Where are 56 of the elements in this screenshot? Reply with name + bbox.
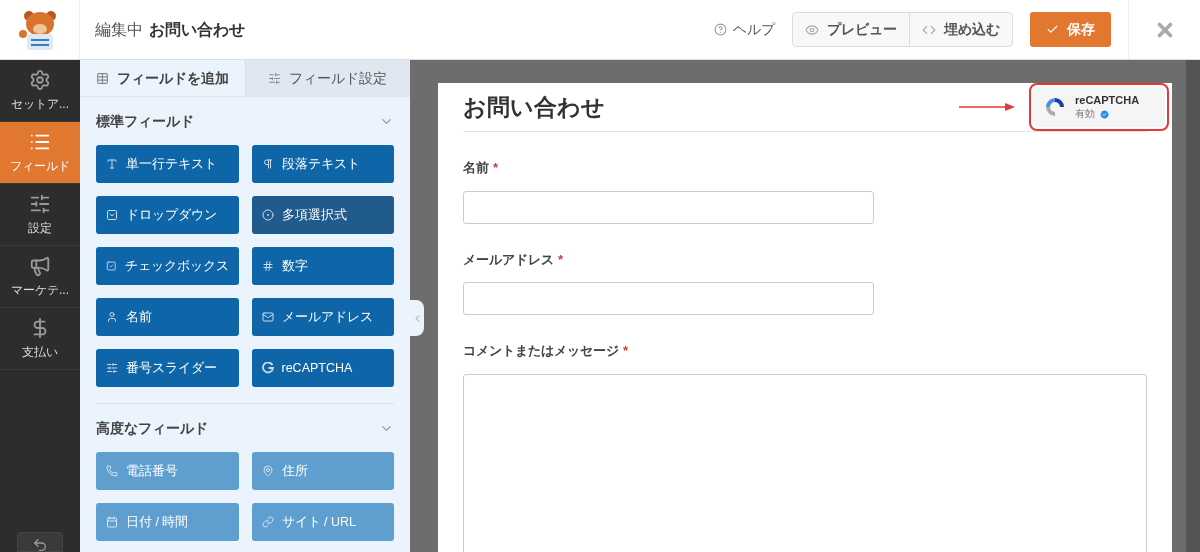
gear-icon [29, 68, 51, 91]
radio-icon [261, 209, 274, 221]
field-label: コメントまたはメッセージ [463, 342, 619, 361]
section-heading: 高度なフィールド [96, 418, 208, 438]
collapse-handle[interactable] [410, 300, 424, 336]
panel-tab[interactable]: フィールド設定 [244, 60, 410, 96]
eye-icon [805, 22, 819, 37]
link-icon [261, 516, 274, 528]
required-asterisk: * [493, 159, 499, 178]
dropdown-icon [106, 209, 118, 221]
table-icon [95, 71, 109, 85]
undo-button[interactable] [17, 532, 63, 552]
text-input[interactable] [463, 190, 874, 224]
field-button[interactable]: 段落テキスト [251, 145, 394, 183]
field-button[interactable]: チェックボックス [96, 247, 239, 285]
preview-button[interactable]: プレビュー [793, 13, 910, 46]
field-button[interactable]: 単一行テキスト [96, 145, 239, 183]
form-title: お問い合わせ [149, 19, 245, 40]
sliders-icon [29, 192, 51, 215]
field-button[interactable]: 名前 [96, 298, 239, 336]
text-cursor-icon [106, 158, 118, 170]
section-heading: 標準フィールド [96, 111, 194, 131]
check-icon [1046, 23, 1059, 36]
calendar-icon [106, 516, 118, 528]
verified-icon [1099, 108, 1110, 120]
field-button[interactable]: 番号スライダー [96, 349, 239, 387]
help-icon [714, 23, 727, 36]
embed-button[interactable]: 埋め込む [910, 13, 1012, 46]
field-label: メールアドレス [463, 250, 554, 269]
field-button[interactable]: 数字 [251, 247, 394, 285]
person-icon [106, 311, 118, 323]
envelope-icon [261, 311, 274, 323]
required-asterisk: * [558, 250, 564, 269]
field-button[interactable]: メールアドレス [251, 298, 394, 336]
required-asterisk: * [623, 342, 629, 361]
form-heading: お問い合わせ [463, 92, 605, 122]
recaptcha-status: 有効 [1075, 107, 1095, 121]
phone-icon [106, 465, 118, 477]
checkbox-icon [106, 260, 117, 272]
editing-label: 編集中 [95, 19, 143, 40]
map-pin-icon [261, 465, 274, 477]
text-input[interactable] [463, 282, 874, 316]
sliders-icon [106, 362, 118, 374]
hash-icon [261, 260, 274, 272]
field-button[interactable]: 多項選択式 [251, 196, 394, 234]
g-logo-icon [261, 362, 274, 374]
help-button[interactable]: ヘルプ [714, 19, 775, 40]
pilcrow-icon [261, 158, 274, 170]
field-button[interactable]: ドロップダウン [96, 196, 239, 234]
sliders-icon [268, 71, 282, 85]
megaphone-icon [29, 254, 51, 277]
undo-icon [32, 537, 48, 552]
field-label: 名前 [463, 159, 489, 178]
annotation-arrow [959, 102, 1015, 113]
recaptcha-name: reCAPTCHA [1075, 94, 1140, 108]
field-button[interactable]: reCAPTCHA [251, 349, 394, 387]
